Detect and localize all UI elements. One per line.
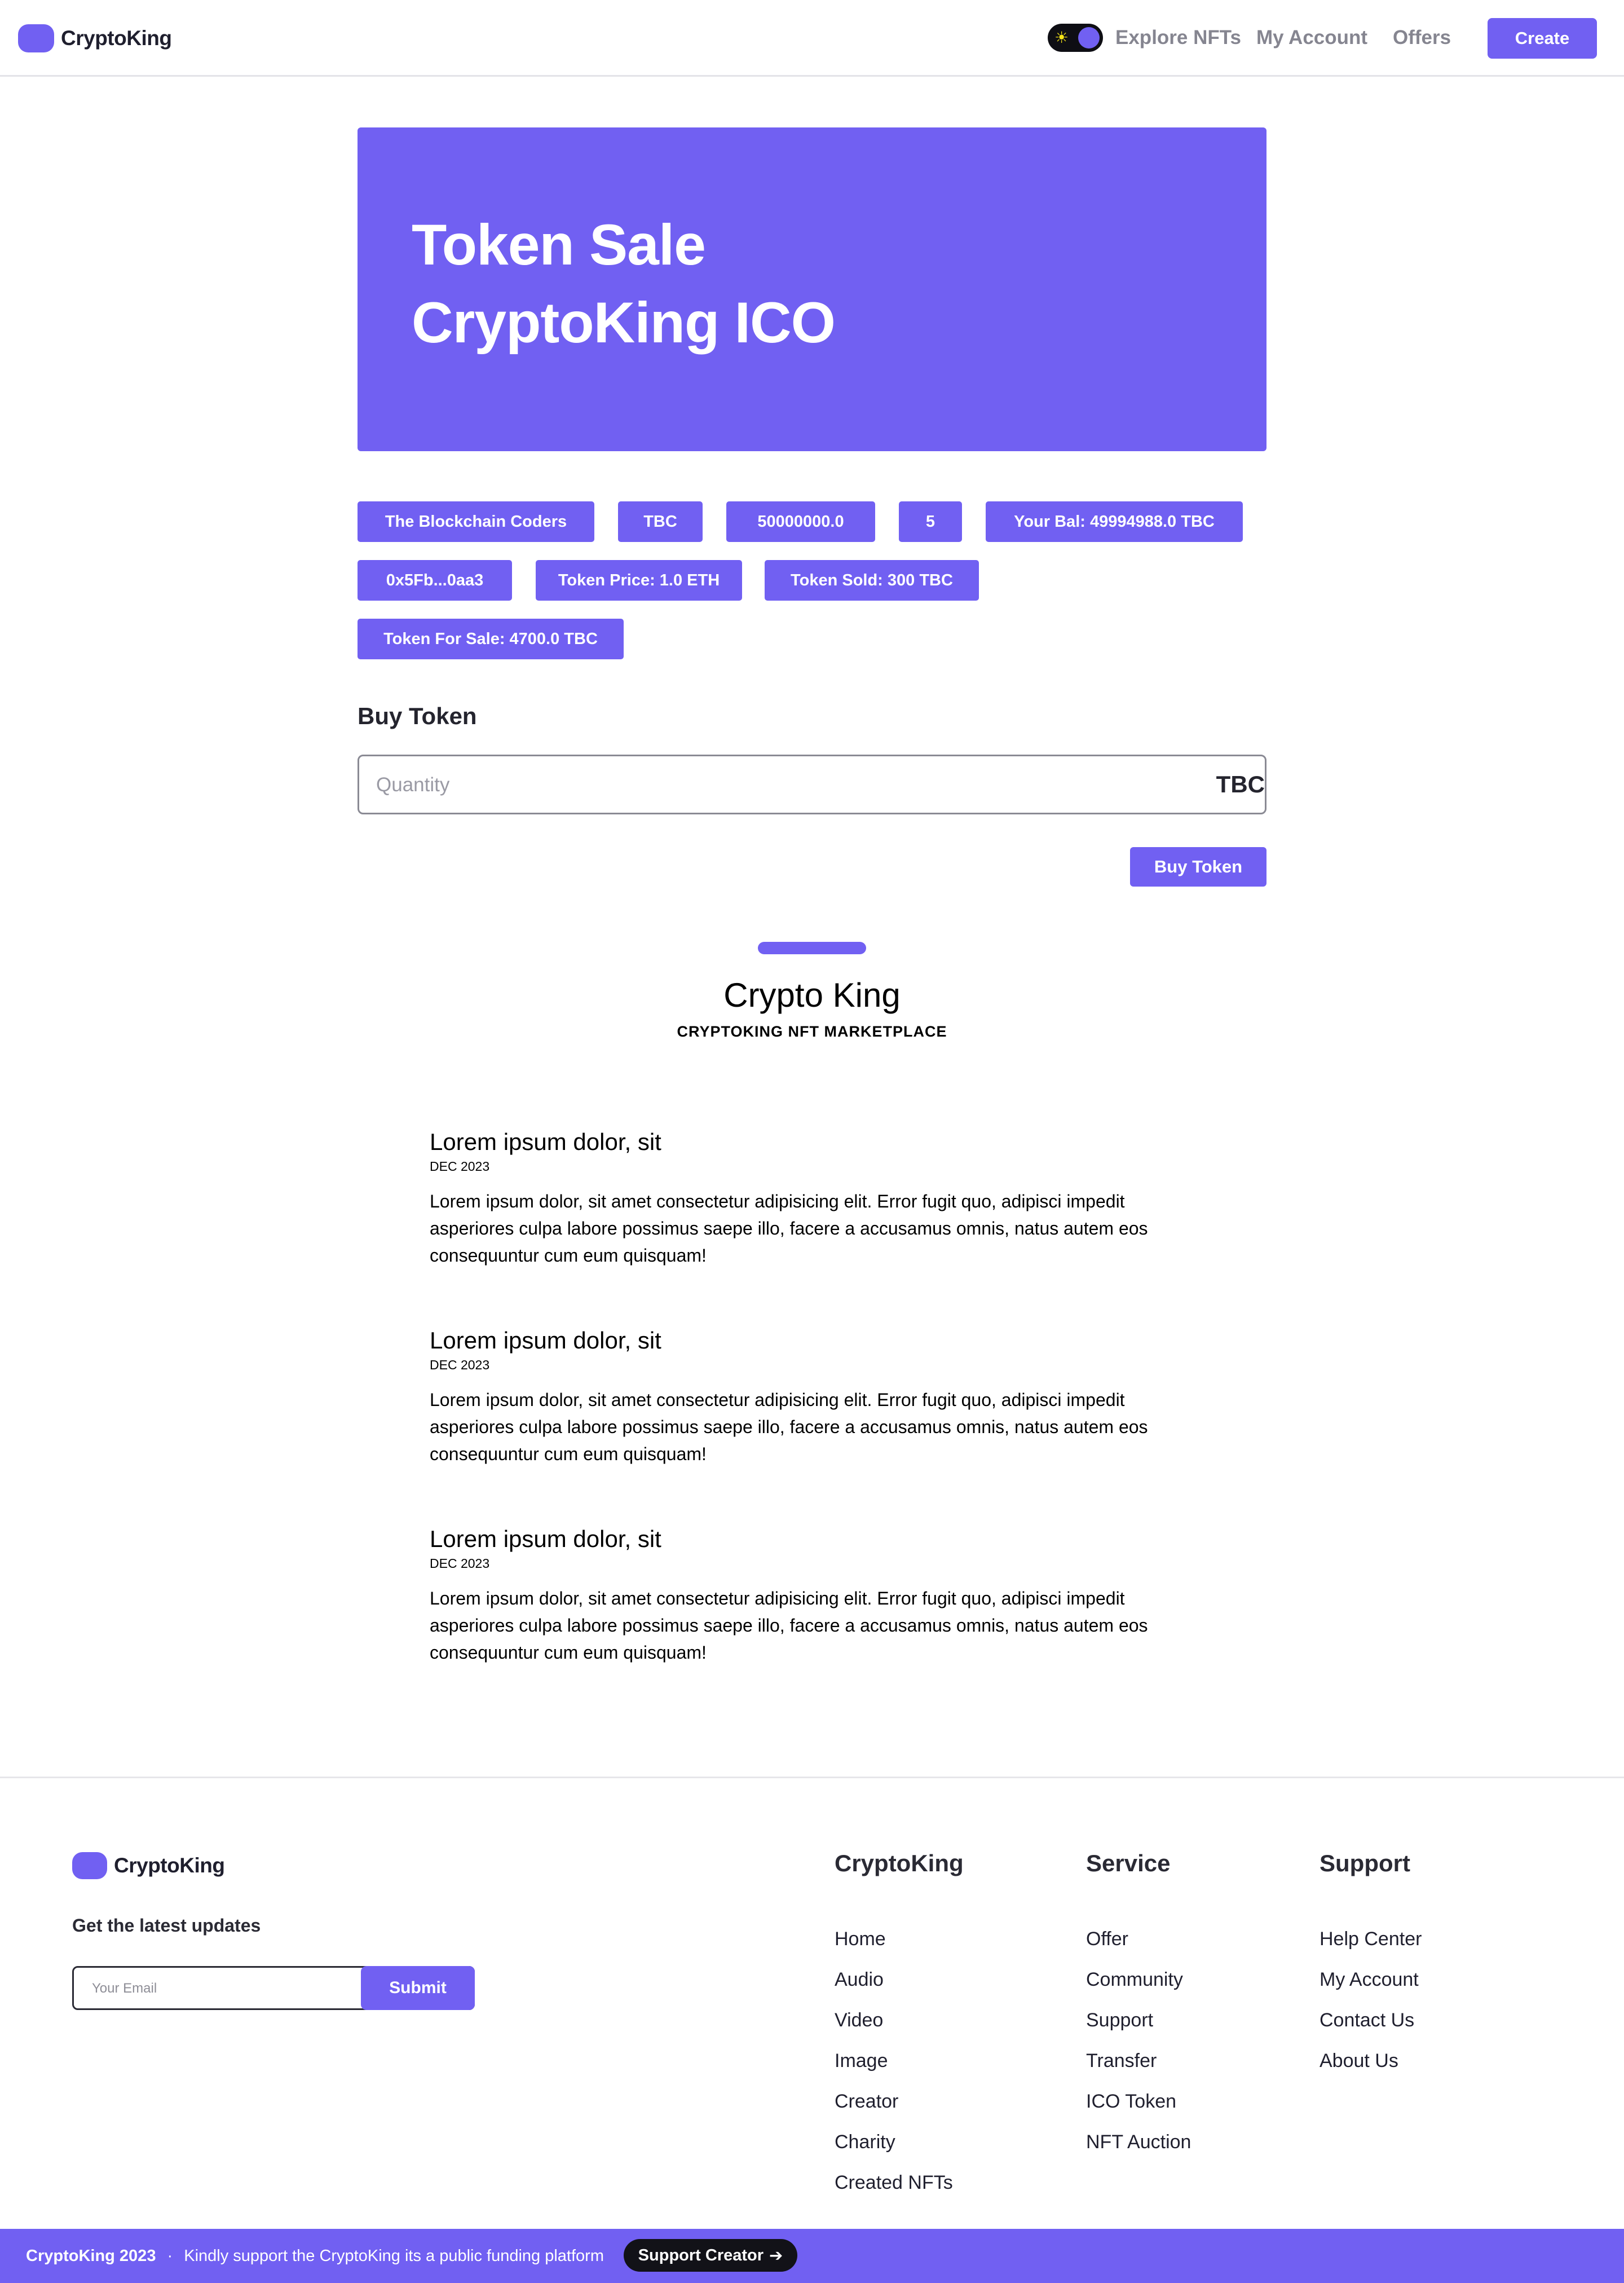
support-message: Kindly support the CryptoKing its a publ… (184, 2247, 604, 2265)
footer-link-creator[interactable]: Creator (835, 2089, 898, 2114)
footer-link-community[interactable]: Community (1086, 1967, 1183, 1992)
section-title: Crypto King (723, 976, 901, 1014)
support-creator-button[interactable]: Support Creator ➔ (624, 2239, 797, 2272)
bottom-bar-text: CryptoKing 2023 · Kindly support the Cry… (26, 2245, 604, 2267)
post-body: Lorem ipsum dolor, sit amet consectetur … (430, 1588, 1148, 1663)
badge-symbol: TBC (618, 501, 703, 542)
create-button[interactable]: Create (1488, 18, 1597, 59)
arrow-right-icon: ➔ (769, 2246, 783, 2265)
footer-link-created-nfts[interactable]: Created NFTs (835, 2170, 953, 2195)
badge-address[interactable]: 0x5Fb...0aa3 (358, 560, 512, 601)
nav-link-explore-nfts[interactable]: Explore NFTs (1115, 25, 1241, 51)
footer-link-ico-token[interactable]: ICO Token (1086, 2089, 1176, 2114)
brand-name: CryptoKing (61, 27, 172, 50)
footer-link-image[interactable]: Image (835, 2048, 888, 2073)
sun-icon: ☀ (1054, 29, 1069, 46)
post-item: Lorem ipsum dolor, sit DEC 2023 Lorem ip… (430, 1127, 1197, 1269)
badge-owner: The Blockchain Coders (358, 501, 594, 542)
badge-token-sold: Token Sold: 300 TBC (765, 560, 979, 601)
post-date: DEC 2023 (430, 1159, 490, 1174)
footer-link-transfer[interactable]: Transfer (1086, 2048, 1157, 2073)
theme-toggle[interactable]: ☀ (1048, 24, 1103, 52)
footer-heading-support: Support (1320, 1850, 1410, 1876)
footer-brand-name: CryptoKing (114, 1854, 225, 1877)
badge-token-price: Token Price: 1.0 ETH (536, 560, 742, 601)
footer-link-my-account[interactable]: My Account (1320, 1967, 1419, 1992)
hero-banner: Token Sale CryptoKing ICO (358, 127, 1266, 451)
section-subtitle: CRYPTOKING NFT MARKETPLACE (677, 1023, 947, 1040)
footer-link-help-center[interactable]: Help Center (1320, 1927, 1422, 1951)
support-creator-label: Support Creator (638, 2246, 764, 2264)
post-body: Lorem ipsum dolor, sit amet consectetur … (430, 1390, 1148, 1464)
post-body: Lorem ipsum dolor, sit amet consectetur … (430, 1191, 1148, 1266)
nav-link-my-account[interactable]: My Account (1256, 25, 1367, 51)
submit-button[interactable]: Submit (361, 1966, 475, 2010)
bottom-bar: CryptoKing 2023 · Kindly support the Cry… (0, 2229, 1624, 2283)
post-title: Lorem ipsum dolor, sit (430, 1526, 661, 1552)
logo-icon (18, 24, 54, 52)
brand-logo[interactable]: CryptoKing (18, 23, 172, 54)
post-date: DEC 2023 (430, 1556, 490, 1571)
footer-link-support[interactable]: Support (1086, 2008, 1153, 2033)
quantity-input[interactable] (375, 766, 1167, 804)
post-title: Lorem ipsum dolor, sit (430, 1327, 661, 1354)
footer-link-home[interactable]: Home (835, 1927, 886, 1951)
quantity-field: TBC (358, 755, 1266, 814)
footer-heading-cryptoking: CryptoKing (835, 1850, 964, 1876)
buy-token-heading: Buy Token (358, 703, 477, 729)
copyright-text: CryptoKing 2023 (26, 2247, 156, 2265)
quantity-unit: TBC (1216, 771, 1265, 797)
footer-heading-service: Service (1086, 1850, 1171, 1876)
footer-link-charity[interactable]: Charity (835, 2130, 895, 2154)
footer-link-contact-us[interactable]: Contact Us (1320, 2008, 1414, 2033)
logo-icon (72, 1852, 107, 1879)
navbar: CryptoKing ☀ Explore NFTs My Account Off… (0, 0, 1624, 77)
newsletter-form: Submit (72, 1966, 475, 2010)
hero-title-line1: Token Sale (412, 213, 706, 277)
post-title: Lorem ipsum dolor, sit (430, 1129, 661, 1155)
post-item: Lorem ipsum dolor, sit DEC 2023 Lorem ip… (430, 1325, 1197, 1467)
footer-divider (0, 1777, 1624, 1778)
badge-token-for-sale: Token For Sale: 4700.0 TBC (358, 619, 624, 659)
hero-title-line2: CryptoKing ICO (412, 290, 836, 355)
buy-token-button[interactable]: Buy Token (1130, 847, 1266, 887)
footer-brand-logo[interactable]: CryptoKing (72, 1852, 225, 1879)
separator-dot: · (167, 2247, 173, 2265)
post-item: Lorem ipsum dolor, sit DEC 2023 Lorem ip… (430, 1524, 1197, 1666)
footer-link-about-us[interactable]: About Us (1320, 2048, 1398, 2073)
newsletter-label: Get the latest updates (72, 1915, 261, 1936)
post-date: DEC 2023 (430, 1358, 490, 1372)
section-divider (758, 942, 866, 954)
badge-decimals: 5 (899, 501, 962, 542)
footer-link-offer[interactable]: Offer (1086, 1927, 1128, 1951)
footer-link-nft-auction[interactable]: NFT Auction (1086, 2130, 1191, 2154)
nav-link-offers[interactable]: Offers (1393, 25, 1451, 51)
footer-link-video[interactable]: Video (835, 2008, 883, 2033)
toggle-knob (1078, 27, 1100, 49)
footer-link-audio[interactable]: Audio (835, 1967, 884, 1992)
badge-balance: Your Bal: 49994988.0 TBC (986, 501, 1243, 542)
badge-supply: 50000000.0 (726, 501, 875, 542)
